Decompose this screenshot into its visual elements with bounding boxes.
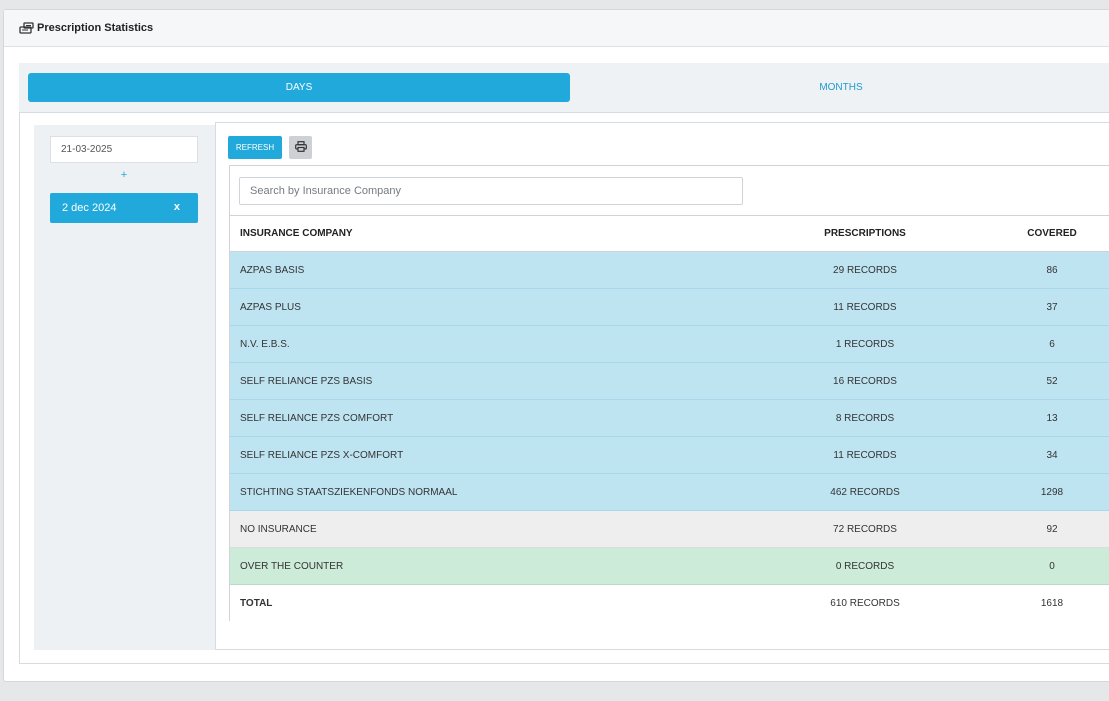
total-row[interactable]: TOTAL 610 RECORDS 1618 (230, 585, 1109, 622)
covered-count: 86 (1046, 264, 1058, 276)
panel-header: Prescription Statistics (4, 10, 1109, 47)
covered-count: 6 (1049, 338, 1055, 350)
prescriptions-count: 462 RECORDS (830, 486, 900, 498)
prescriptions-count: 29 RECORDS (833, 264, 897, 276)
column-header-company: INSURANCE COMPANY (240, 228, 353, 239)
search-input[interactable] (239, 177, 743, 205)
table-row[interactable]: SELF RELIANCE PZS COMFORT 8 RECORDS 13 (230, 400, 1109, 437)
company-name: STICHTING STAATSZIEKENFONDS NORMAAL (240, 486, 458, 498)
total-label: TOTAL (240, 598, 273, 609)
insurance-table: INSURANCE COMPANY PRESCRIPTIONS COVERED … (229, 165, 1109, 622)
prescriptions-count: 72 RECORDS (833, 523, 897, 535)
company-name: AZPAS PLUS (240, 301, 301, 313)
column-header-covered: COVERED (1027, 228, 1077, 239)
company-name: NO INSURANCE (240, 523, 317, 535)
table-row[interactable]: AZPAS PLUS 11 RECORDS 37 (230, 289, 1109, 326)
cash-register-icon (19, 22, 34, 34)
covered-count: 0 (1049, 560, 1055, 572)
company-name: N.V. E.B.S. (240, 338, 290, 350)
table-row[interactable]: OVER THE COUNTER 0 RECORDS 0 (230, 548, 1109, 585)
date-sidebar: 21-03-2025 + 2 dec 2024 x (34, 125, 215, 650)
table-row[interactable]: AZPAS BASIS 29 RECORDS 86 (230, 252, 1109, 289)
remove-date-button[interactable]: x (174, 201, 180, 213)
prescriptions-count: 8 RECORDS (835, 412, 895, 424)
selected-date-label: 2 dec 2024 (62, 202, 117, 214)
date-input[interactable]: 21-03-2025 (50, 136, 198, 163)
covered-count: 1298 (1040, 486, 1064, 498)
print-button[interactable] (289, 136, 312, 159)
refresh-button[interactable]: REFRESH (228, 136, 282, 159)
table-row[interactable]: SELF RELIANCE PZS BASIS 16 RECORDS 52 (230, 363, 1109, 400)
tab-months[interactable]: MONTHS (570, 73, 1109, 102)
tab-days[interactable]: DAYS (28, 73, 570, 102)
prescriptions-count: 16 RECORDS (833, 375, 897, 387)
company-name: OVER THE COUNTER (240, 560, 344, 572)
company-name: SELF RELIANCE PZS BASIS (240, 375, 373, 387)
panel-title: Prescription Statistics (37, 22, 154, 34)
company-name: AZPAS BASIS (240, 264, 305, 276)
prescriptions-count: 1 RECORDS (835, 338, 895, 350)
period-tabs: DAYS MONTHS (19, 63, 1109, 113)
covered-count: 52 (1046, 375, 1058, 387)
column-header-prescriptions: PRESCRIPTIONS (824, 228, 906, 239)
total-prescriptions: 610 RECORDS (830, 598, 900, 609)
covered-count: 13 (1046, 412, 1058, 424)
tab-content: 21-03-2025 + 2 dec 2024 x REFRESH Search… (19, 113, 1109, 664)
table-row[interactable]: NO INSURANCE 72 RECORDS 92 (230, 511, 1109, 548)
total-covered: 1618 (1040, 598, 1064, 609)
table-header: INSURANCE COMPANY PRESCRIPTIONS COVERED (230, 215, 1109, 252)
table-row[interactable]: N.V. E.B.S. 1 RECORDS 6 (230, 326, 1109, 363)
printer-icon (294, 139, 307, 157)
prescriptions-count: 11 RECORDS (833, 301, 897, 313)
covered-count: 37 (1046, 301, 1058, 313)
covered-count: 34 (1046, 449, 1058, 461)
statistics-main: REFRESH INSURANCE COMPANY PRESCRIPTIONS … (215, 122, 1109, 650)
company-name: SELF RELIANCE PZS X-COMFORT (240, 449, 404, 461)
add-date-button[interactable]: + (50, 169, 198, 181)
table-row[interactable]: STICHTING STAATSZIEKENFONDS NORMAAL 462 R… (230, 474, 1109, 511)
company-name: SELF RELIANCE PZS COMFORT (240, 412, 394, 424)
prescriptions-count: 11 RECORDS (833, 449, 897, 461)
selected-date-chip[interactable]: 2 dec 2024 x (50, 193, 198, 223)
covered-count: 92 (1046, 523, 1058, 535)
table-row[interactable]: SELF RELIANCE PZS X-COMFORT 11 RECORDS 34 (230, 437, 1109, 474)
prescription-statistics-panel: Prescription Statistics DAYS MONTHS 21-0… (3, 9, 1109, 682)
prescriptions-count: 0 RECORDS (835, 560, 895, 572)
